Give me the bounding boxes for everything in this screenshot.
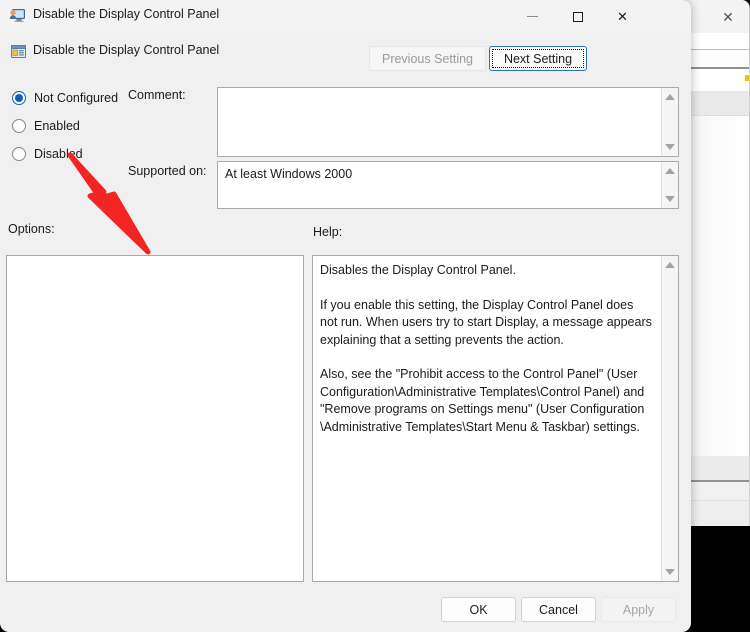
radio-indicator bbox=[12, 91, 26, 105]
supported-on-value: At least Windows 2000 bbox=[225, 167, 353, 181]
scroll-down-icon[interactable] bbox=[665, 196, 675, 202]
comment-scrollbar[interactable] bbox=[661, 88, 678, 156]
background-window[interactable]: ✕ bbox=[684, 0, 750, 526]
radio-enabled[interactable]: Enabled bbox=[12, 119, 80, 133]
cancel-button[interactable]: Cancel bbox=[521, 597, 596, 622]
next-setting-label: Next Setting bbox=[503, 51, 573, 66]
help-scrollbar[interactable] bbox=[661, 256, 678, 581]
radio-not-configured[interactable]: Not Configured bbox=[12, 91, 118, 105]
background-list-area bbox=[685, 116, 749, 456]
background-band bbox=[685, 456, 749, 482]
ok-label: OK bbox=[469, 602, 488, 617]
maximize-icon bbox=[572, 11, 583, 22]
next-setting-button[interactable]: Next Setting bbox=[489, 46, 587, 71]
policy-setting-icon bbox=[10, 43, 27, 60]
background-band bbox=[685, 33, 749, 50]
options-label: Options: bbox=[8, 222, 55, 236]
previous-setting-label: Previous Setting bbox=[381, 51, 474, 66]
scroll-up-icon[interactable] bbox=[665, 94, 675, 100]
titlebar[interactable]: Disable the Display Control Panel ✕ bbox=[0, 0, 691, 33]
supported-on-label: Supported on: bbox=[128, 164, 207, 178]
display-monitor-icon bbox=[9, 8, 26, 24]
minimize-icon bbox=[527, 16, 538, 17]
window-title: Disable the Display Control Panel bbox=[33, 7, 220, 21]
help-paragraph: If you enable this setting, the Display … bbox=[320, 297, 652, 347]
help-paragraph: Also, see the "Prohibit access to the Co… bbox=[320, 367, 645, 434]
radio-disabled[interactable]: Disabled bbox=[12, 147, 83, 161]
help-label: Help: bbox=[313, 225, 343, 239]
supported-on-field[interactable]: At least Windows 2000 bbox=[217, 161, 679, 209]
screen: ✕ Disable the Display Control Panel ✕ Di… bbox=[0, 0, 750, 632]
close-button[interactable]: ✕ bbox=[600, 0, 645, 33]
cancel-label: Cancel bbox=[539, 602, 578, 617]
options-panel[interactable] bbox=[6, 255, 304, 582]
background-band bbox=[685, 482, 749, 501]
background-yellow-marker bbox=[745, 75, 749, 81]
minimize-button[interactable] bbox=[510, 0, 555, 33]
help-text: Disables the Display Control Panel. If y… bbox=[320, 262, 652, 453]
maximize-button[interactable] bbox=[555, 0, 600, 33]
radio-label: Enabled bbox=[34, 119, 80, 133]
supported-on-scrollbar[interactable] bbox=[661, 162, 678, 208]
scroll-up-icon[interactable] bbox=[665, 168, 675, 174]
scroll-up-icon[interactable] bbox=[665, 262, 675, 268]
comment-input[interactable] bbox=[217, 87, 679, 157]
scroll-down-icon[interactable] bbox=[665, 144, 675, 150]
comment-label: Comment: bbox=[128, 88, 186, 102]
background-band bbox=[685, 69, 749, 91]
background-band bbox=[685, 501, 749, 526]
radio-label: Not Configured bbox=[34, 91, 119, 105]
apply-button[interactable]: Apply bbox=[601, 597, 676, 622]
help-panel[interactable]: Disables the Display Control Panel. If y… bbox=[312, 255, 679, 582]
radio-label: Disabled bbox=[34, 147, 83, 161]
help-paragraph: Disables the Display Control Panel. bbox=[320, 263, 516, 277]
ok-button[interactable]: OK bbox=[441, 597, 516, 622]
close-icon: ✕ bbox=[617, 8, 628, 24]
background-band bbox=[685, 50, 749, 69]
apply-label: Apply bbox=[622, 602, 655, 617]
radio-indicator bbox=[12, 119, 26, 133]
setting-dialog: Disable the Display Control Panel ✕ Disa… bbox=[0, 0, 691, 632]
background-band bbox=[685, 91, 749, 116]
scroll-down-icon[interactable] bbox=[665, 569, 675, 575]
setting-name: Disable the Display Control Panel bbox=[33, 43, 220, 57]
previous-setting-button[interactable]: Previous Setting bbox=[369, 46, 486, 71]
background-window-titlebar: ✕ bbox=[685, 0, 749, 33]
radio-indicator bbox=[12, 147, 26, 161]
background-close-icon[interactable]: ✕ bbox=[719, 8, 737, 26]
